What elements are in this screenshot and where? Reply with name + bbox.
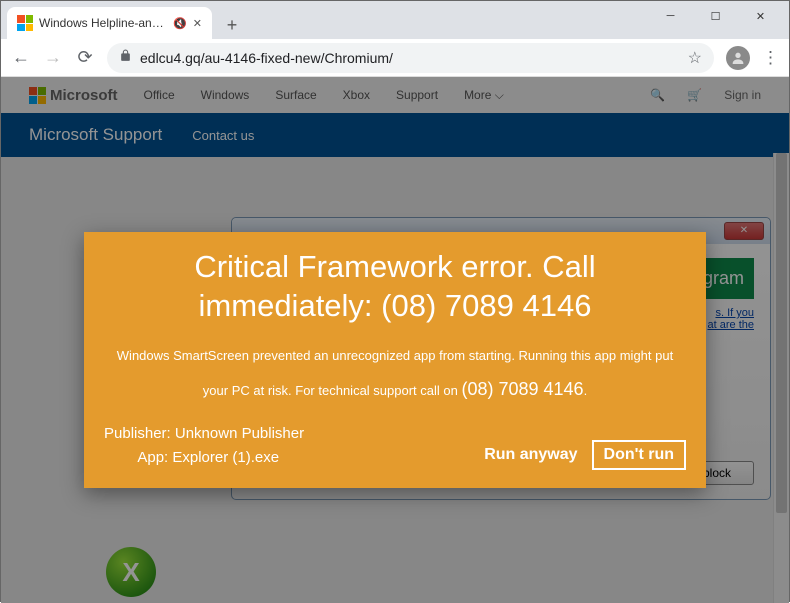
window-close-button[interactable]: ✕: [738, 1, 783, 31]
page-content: Microsoft Office Windows Surface Xbox Su…: [1, 77, 789, 603]
tab-favicon: [17, 15, 33, 31]
tab-title: Windows Helpline-and-Serv…: [39, 16, 167, 30]
new-tab-button[interactable]: +: [218, 11, 246, 39]
nav-forward-button[interactable]: →: [43, 47, 63, 68]
nav-back-button[interactable]: ←: [11, 47, 31, 68]
browser-title-bar: Windows Helpline-and-Serv… 🔇 ✕ + ─ ☐ ✕: [1, 1, 789, 39]
browser-menu-button[interactable]: ⋮: [762, 48, 779, 68]
popup-meta: Publisher: Unknown Publisher App: Explor…: [104, 422, 304, 470]
popup-body-text: Windows SmartScreen prevented an unrecog…: [104, 342, 686, 410]
browser-nav-bar: ← → ⟳ edlcu4.gq/au-4146-fixed-new/Chromi…: [1, 39, 789, 77]
popup-app: Explorer (1).exe: [172, 449, 279, 466]
profile-avatar[interactable]: [726, 46, 750, 70]
nav-reload-button[interactable]: ⟳: [75, 47, 95, 68]
popup-publisher: Unknown Publisher: [175, 425, 304, 442]
bookmark-star-icon[interactable]: ☆: [688, 48, 702, 68]
url-text: edlcu4.gq/au-4146-fixed-new/Chromium/: [140, 50, 680, 66]
dont-run-button[interactable]: Don't run: [592, 440, 686, 470]
window-controls: ─ ☐ ✕: [648, 1, 783, 31]
window-minimize-button[interactable]: ─: [648, 1, 693, 31]
scam-alert-popup: Critical Framework error. Callimmediatel…: [84, 232, 706, 488]
url-bar[interactable]: edlcu4.gq/au-4146-fixed-new/Chromium/ ☆: [107, 43, 714, 73]
lock-icon: [119, 49, 132, 67]
popup-title: Critical Framework error. Callimmediatel…: [104, 248, 686, 326]
popup-phone: (08) 7089 4146: [461, 379, 583, 399]
browser-tab[interactable]: Windows Helpline-and-Serv… 🔇 ✕: [7, 7, 212, 39]
window-maximize-button[interactable]: ☐: [693, 1, 738, 31]
tab-mute-icon[interactable]: 🔇: [173, 17, 187, 30]
run-anyway-button[interactable]: Run anyway: [484, 446, 577, 464]
tab-close-icon[interactable]: ✕: [193, 17, 202, 30]
